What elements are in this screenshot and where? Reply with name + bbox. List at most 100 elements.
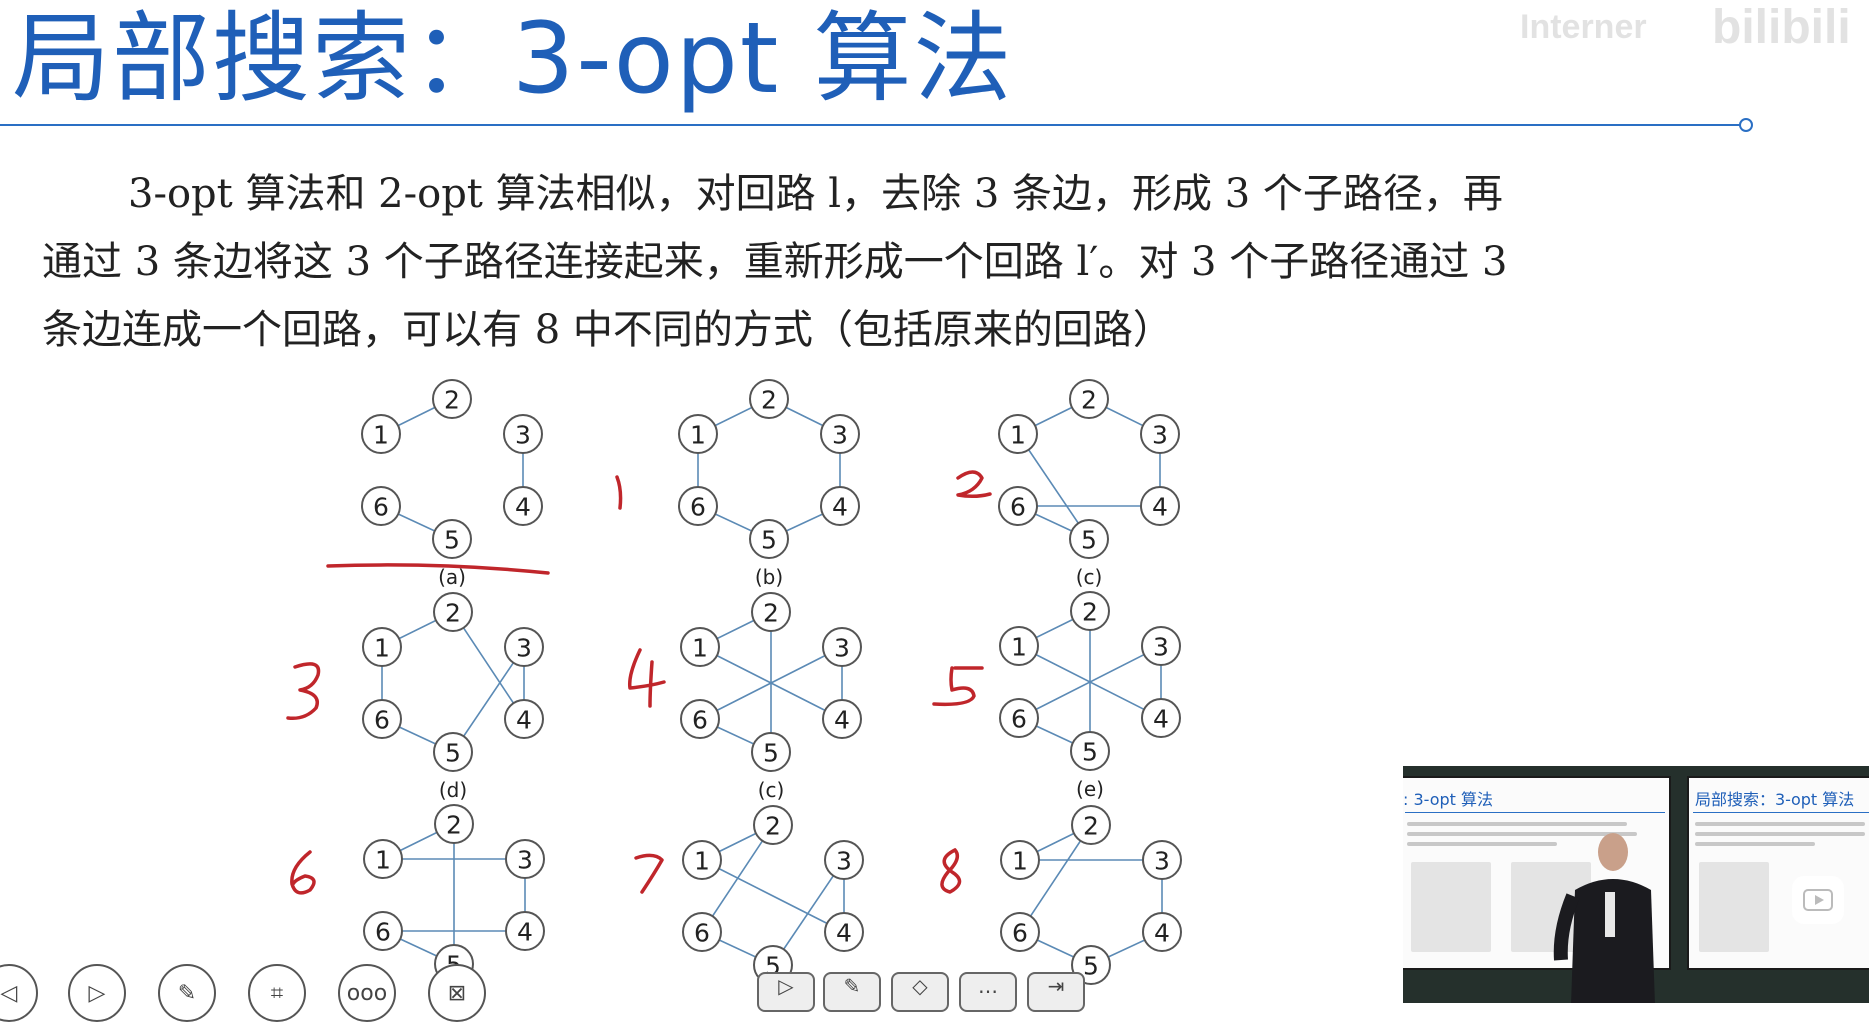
city-node: 1 [682, 840, 722, 880]
tour-diagram: 1 2 3 4 5 6 (b) [678, 379, 860, 589]
more-tools-icon[interactable]: … [959, 972, 1017, 1012]
city-node: 5 [432, 519, 472, 559]
city-label: 1 [1012, 847, 1028, 876]
pen-tool-icon[interactable]: ✎ [823, 972, 881, 1012]
city-label: 1 [1010, 421, 1026, 450]
tour-diagram: 1 2 3 4 5 6 (c) [680, 592, 862, 802]
lecturer-figure [1553, 833, 1655, 1003]
city-label: 1 [374, 634, 390, 663]
city-label: 3 [1154, 847, 1170, 876]
city-label: 5 [763, 739, 779, 768]
city-label: 2 [1083, 812, 1099, 841]
city-label: 2 [1082, 598, 1098, 627]
tour-diagram: 1 2 3 4 5 6 (e) [999, 591, 1181, 801]
city-node: 4 [1140, 486, 1180, 526]
city-node: 6 [998, 486, 1038, 526]
city-label: 5 [445, 739, 461, 768]
city-label: 4 [834, 706, 850, 735]
city-label: 5 [444, 526, 460, 555]
city-node: 4 [505, 911, 545, 951]
ink-number-4 [627, 648, 666, 708]
inset-left-title: : 3-opt 算法 [1403, 790, 1494, 809]
city-node: 3 [824, 840, 864, 880]
city-label: 6 [1011, 705, 1027, 734]
city-label: 1 [373, 421, 389, 450]
city-label: 3 [1152, 421, 1168, 450]
city-label: 6 [694, 919, 710, 948]
city-node: 2 [434, 804, 474, 844]
exit-icon[interactable]: ⇥ [1027, 972, 1085, 1012]
ink-number-7 [634, 853, 664, 894]
city-label: 2 [446, 811, 462, 840]
city-node: 2 [753, 805, 793, 845]
close-window-icon[interactable]: ⊠ [428, 964, 486, 1022]
tour-diagram: 1 2 3 4 5 6 (a) [361, 379, 543, 589]
city-node: 1 [998, 414, 1038, 454]
city-label: 2 [1081, 386, 1097, 415]
city-label: 4 [1154, 919, 1170, 948]
city-label: 6 [690, 493, 706, 522]
city-node: 6 [999, 698, 1039, 738]
city-node: 6 [680, 699, 720, 739]
pointer-icon[interactable]: ▷ [757, 972, 815, 1012]
city-label: 2 [765, 812, 781, 841]
city-node: 2 [1071, 805, 1111, 845]
city-node: 1 [363, 839, 403, 879]
city-node: 6 [362, 699, 402, 739]
city-label: 1 [692, 634, 708, 663]
city-node: 1 [678, 414, 718, 454]
city-label: 3 [836, 847, 852, 876]
city-node: 4 [1141, 698, 1181, 738]
city-node: 6 [678, 486, 718, 526]
city-node: 3 [820, 414, 860, 454]
city-node: 6 [682, 912, 722, 952]
diagram-caption: (c) [1076, 565, 1103, 589]
city-node: 6 [363, 911, 403, 951]
tour-diagram: 1 2 3 4 5 6 (c) [998, 379, 1180, 589]
city-node: 5 [433, 732, 473, 772]
more-icon[interactable]: ooo [338, 964, 396, 1022]
inset-right-screen: 局部搜索：3-opt 算法 [1687, 776, 1869, 970]
city-node: 5 [1070, 731, 1110, 771]
city-node: 2 [1069, 379, 1109, 419]
city-label: 3 [515, 421, 531, 450]
city-label: 1 [690, 421, 706, 450]
tour-diagram: 123456 [363, 804, 545, 984]
city-label: 4 [836, 919, 852, 948]
crop-icon[interactable]: ⌗ [248, 964, 306, 1022]
city-label: 2 [761, 386, 777, 415]
city-label: 4 [517, 918, 533, 947]
city-label: 6 [374, 706, 390, 735]
city-node: 3 [504, 627, 544, 667]
city-node: 2 [433, 592, 473, 632]
tour-diagram: 1 2 3 4 5 6 (d) [362, 592, 544, 802]
city-node: 2 [1070, 591, 1110, 631]
city-node: 5 [751, 732, 791, 772]
city-label: 4 [1152, 493, 1168, 522]
inset-right-title: 局部搜索：3-opt 算法 [1695, 790, 1855, 809]
ink-number-6 [290, 850, 316, 895]
play-icon[interactable] [1792, 876, 1844, 924]
city-label: 5 [1083, 952, 1099, 981]
ink-number-3 [286, 662, 321, 721]
city-label: 5 [1082, 738, 1098, 767]
city-label: 3 [517, 846, 533, 875]
tour-edge [701, 859, 845, 933]
ink-number-1 [615, 475, 623, 510]
city-label: 6 [692, 706, 708, 735]
city-node: 4 [503, 486, 543, 526]
city-node: 6 [361, 486, 401, 526]
eraser-icon[interactable]: ◇ [891, 972, 949, 1012]
city-label: 1 [1011, 633, 1027, 662]
city-node: 4 [820, 486, 860, 526]
pen-icon[interactable]: ✎ [158, 964, 216, 1022]
city-node: 3 [503, 414, 543, 454]
city-node: 3 [1141, 626, 1181, 666]
city-label: 2 [445, 599, 461, 628]
city-label: 2 [444, 386, 460, 415]
diagram-caption: (e) [1076, 777, 1104, 801]
city-label: 1 [694, 847, 710, 876]
city-label: 3 [834, 634, 850, 663]
city-node: 1 [680, 627, 720, 667]
next-icon[interactable]: ▷ [68, 964, 126, 1022]
